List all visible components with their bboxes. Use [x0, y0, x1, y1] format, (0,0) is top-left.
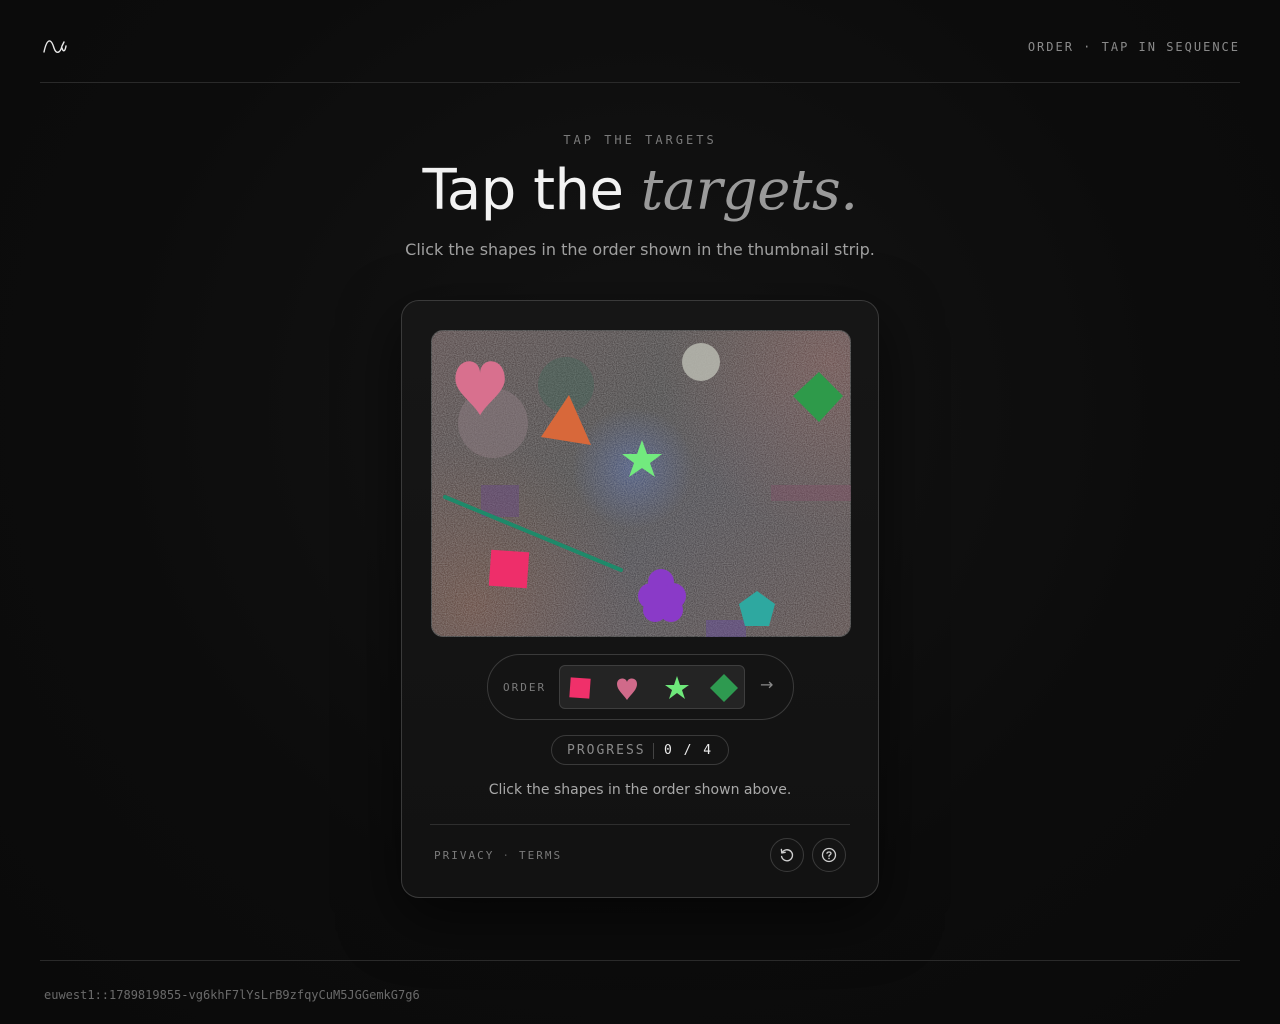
circle-shape[interactable] — [682, 343, 720, 381]
title-italic: targets. — [640, 158, 858, 223]
star-icon — [665, 676, 689, 699]
instruction-text: Click the shapes in the order shown abov… — [488, 782, 792, 798]
progress-divider — [653, 743, 654, 759]
header: ORDER · TAP IN SEQUENCE — [40, 0, 1240, 83]
order-strip: ORDER → — [487, 654, 794, 720]
legal-links: PRIVACY · TERMS — [434, 849, 562, 862]
page-title: Tap the targets. — [0, 158, 1280, 223]
challenge-card: ORDER → PROGRESS 0 / 4 Click the shapes … — [401, 300, 879, 898]
square-icon — [569, 677, 591, 699]
card-divider — [430, 824, 850, 825]
challenge-canvas[interactable] — [431, 330, 851, 637]
progress-value: 0 / 4 — [664, 743, 714, 758]
help-button[interactable] — [812, 838, 846, 872]
progress-pill: PROGRESS 0 / 4 — [551, 735, 729, 765]
wave-logo-icon — [43, 40, 67, 53]
terms-link[interactable]: TERMS — [519, 849, 562, 862]
progress-label: PROGRESS — [567, 743, 646, 758]
reload-icon — [780, 848, 794, 862]
order-label: ORDER — [503, 681, 547, 694]
next-arrow-icon: → — [760, 675, 774, 694]
heart-icon — [617, 678, 637, 700]
decor-blob — [771, 485, 851, 501]
title-plain: Tap the — [422, 158, 641, 223]
footer-divider — [40, 960, 1240, 961]
reload-button[interactable] — [770, 838, 804, 872]
help-icon — [821, 847, 837, 863]
header-tag: ORDER · TAP IN SEQUENCE — [1027, 40, 1240, 54]
thumbnail-strip — [559, 665, 745, 709]
eyebrow: TAP THE TARGETS — [563, 133, 717, 147]
subtitle: Click the shapes in the order shown in t… — [405, 240, 875, 259]
privacy-link[interactable]: PRIVACY — [434, 849, 494, 862]
square-shape[interactable] — [488, 549, 530, 589]
decor-blob — [706, 620, 746, 637]
legal-separator: · — [502, 849, 511, 862]
session-id: euwest1::1789819855-vg6khF7lYsLrB9zfqyCu… — [44, 988, 420, 1002]
diamond-icon — [710, 674, 738, 702]
